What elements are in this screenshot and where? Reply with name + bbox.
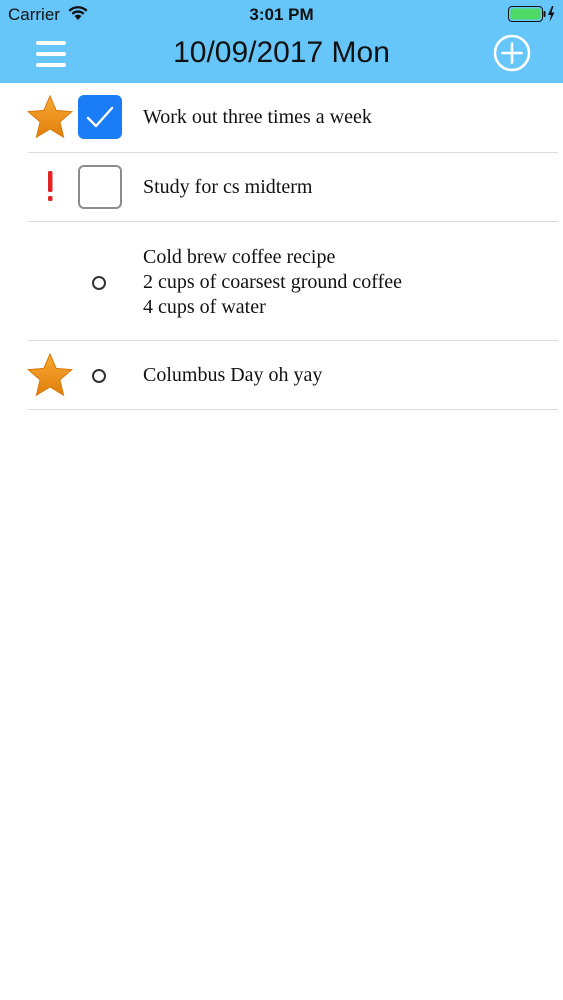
task-text: Columbus Day oh yay [143,363,322,388]
note-bullet-icon[interactable] [92,276,106,290]
status-time: 3:01 PM [249,5,314,24]
star-icon [26,352,74,397]
task-row[interactable]: Cold brew coffee recipe 2 cups of coarse… [0,222,563,341]
nav-bar: 10/09/2017 Mon [0,30,563,83]
task-line: 4 cups of water [143,296,266,318]
task-line: Work out three times a week [143,106,372,128]
task-line: 2 cups of coarsest ground coffee [143,271,402,293]
task-list: Work out three times a week Study for cs… [0,83,563,410]
exclamation-icon [48,171,53,201]
task-row[interactable]: Columbus Day oh yay [0,341,563,410]
task-row[interactable]: Study for cs midterm [0,153,563,222]
status-bar: Carrier 3:01 PM [0,0,563,30]
task-checkbox-unchecked[interactable] [78,165,122,209]
task-row[interactable]: Work out three times a week [0,83,563,153]
task-checkbox-checked[interactable] [78,95,122,139]
star-icon [26,94,74,139]
task-line: Columbus Day oh yay [143,364,323,386]
note-bullet-icon[interactable] [92,369,106,383]
page-title: 10/09/2017 Mon [173,36,390,69]
task-line: Study for cs midterm [143,176,313,198]
task-text: Cold brew coffee recipe 2 cups of coarse… [143,245,402,320]
task-text: Work out three times a week [143,105,372,130]
battery-icon [508,6,555,22]
task-text: Study for cs midterm [143,175,312,200]
divider [28,409,558,410]
task-line: Cold brew coffee recipe [143,246,336,268]
checkmark-icon [86,106,114,128]
add-task-button[interactable] [493,34,531,72]
top-bar: Carrier 3:01 PM 10/09/2017 Mon [0,0,563,83]
